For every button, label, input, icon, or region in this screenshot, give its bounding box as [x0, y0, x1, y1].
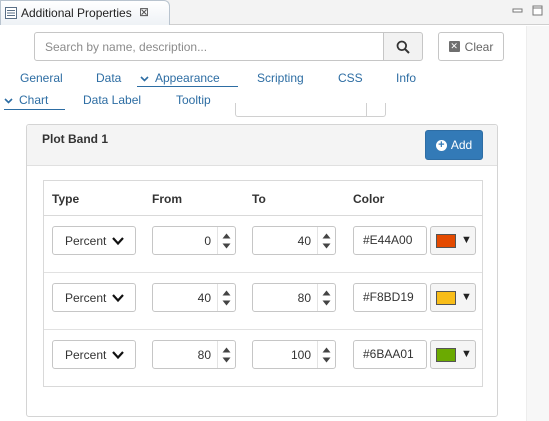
- dropdown-triangle-icon: ▼: [461, 234, 472, 246]
- from-spinner[interactable]: [217, 227, 235, 254]
- clear-button[interactable]: ✕ Clear: [438, 32, 504, 61]
- plot-band-table: Type From To Color Percent 0 40 #E44A00: [43, 180, 483, 387]
- to-spinner[interactable]: [317, 341, 335, 368]
- color-swatch: [436, 234, 456, 248]
- dropdown-triangle-icon: ▼: [461, 348, 472, 360]
- tab-scripting[interactable]: Scripting: [257, 71, 304, 85]
- view-tab-additional-properties[interactable]: Additional Properties ⊠: [0, 0, 170, 25]
- tab-general[interactable]: General: [20, 71, 63, 85]
- color-hex-input[interactable]: #6BAA01: [353, 340, 427, 369]
- plus-circle-icon: +: [435, 139, 447, 151]
- color-hex-input[interactable]: #E44A00: [353, 226, 427, 255]
- plot-band-title: Plot Band 1: [42, 132, 109, 146]
- color-swatch: [436, 348, 456, 362]
- from-value: 0: [204, 234, 211, 248]
- spin-up-icon[interactable]: [322, 347, 331, 353]
- table-row: Percent 0 40 #E44A00 ▼: [44, 216, 482, 273]
- view-tab-title: Additional Properties: [21, 6, 132, 20]
- spin-up-icon[interactable]: [222, 233, 231, 239]
- search-icon: [396, 40, 410, 54]
- clear-icon: ✕: [448, 41, 460, 52]
- column-header-type: Type: [52, 192, 80, 206]
- spin-down-icon[interactable]: [222, 300, 231, 306]
- spin-down-icon[interactable]: [322, 243, 331, 249]
- color-picker-button[interactable]: ▼: [430, 226, 476, 255]
- tab-css[interactable]: CSS: [338, 71, 363, 85]
- table-row: Percent 80 100 #6BAA01 ▼: [44, 330, 482, 387]
- tab-chart-label: Chart: [19, 93, 49, 107]
- minimize-icon[interactable]: [512, 5, 523, 16]
- from-input[interactable]: 0: [152, 226, 236, 255]
- type-select[interactable]: Percent: [52, 340, 136, 369]
- type-value: Percent: [65, 234, 107, 248]
- tab-data[interactable]: Data: [96, 71, 121, 85]
- chevron-down-icon: [112, 237, 124, 246]
- to-value: 100: [290, 348, 311, 362]
- tab-chart-underline: [4, 109, 65, 110]
- type-select[interactable]: Percent: [52, 226, 136, 255]
- chevron-down-icon: [4, 98, 13, 104]
- add-label: Add: [450, 138, 473, 152]
- from-spinner[interactable]: [217, 341, 235, 368]
- vertical-scrollbar[interactable]: [526, 26, 549, 421]
- table-row: Percent 40 80 #F8BD19 ▼: [44, 273, 482, 330]
- spin-down-icon[interactable]: [222, 243, 231, 249]
- close-icon[interactable]: ⊠: [139, 5, 149, 19]
- to-spinner[interactable]: [317, 227, 335, 254]
- column-header-to: To: [252, 192, 266, 206]
- partially-hidden-select[interactable]: [235, 103, 386, 117]
- to-value: 80: [297, 291, 311, 305]
- tab-appearance-underline: [137, 86, 238, 87]
- spin-down-icon[interactable]: [322, 357, 331, 363]
- chevron-down-icon: [140, 76, 149, 82]
- spin-up-icon[interactable]: [222, 347, 231, 353]
- properties-icon: [5, 7, 17, 19]
- plot-band-header: Plot Band 1 + Add: [27, 125, 497, 166]
- to-input[interactable]: 100: [252, 340, 336, 369]
- select-divider: [366, 103, 367, 116]
- to-input[interactable]: 40: [252, 226, 336, 255]
- search-button[interactable]: [383, 32, 423, 61]
- color-hex-input[interactable]: #F8BD19: [353, 283, 427, 312]
- dropdown-triangle-icon: ▼: [461, 291, 472, 303]
- color-swatch: [436, 291, 456, 305]
- from-input[interactable]: 40: [152, 283, 236, 312]
- tab-appearance-label: Appearance: [155, 71, 220, 85]
- to-value: 40: [297, 234, 311, 248]
- to-input[interactable]: 80: [252, 283, 336, 312]
- search-input[interactable]: [34, 32, 384, 61]
- view-titlebar: Additional Properties ⊠: [0, 0, 549, 25]
- chevron-down-icon: [112, 294, 124, 303]
- plot-band-panel: Plot Band 1 + Add Type From To Color Per…: [26, 124, 498, 417]
- spin-up-icon[interactable]: [222, 290, 231, 296]
- to-spinner[interactable]: [317, 284, 335, 311]
- color-picker-button[interactable]: ▼: [430, 340, 476, 369]
- type-value: Percent: [65, 291, 107, 305]
- from-spinner[interactable]: [217, 284, 235, 311]
- column-header-color: Color: [353, 192, 385, 206]
- spin-down-icon[interactable]: [322, 300, 331, 306]
- type-select[interactable]: Percent: [52, 283, 136, 312]
- spin-down-icon[interactable]: [222, 357, 231, 363]
- from-value: 40: [197, 291, 211, 305]
- type-value: Percent: [65, 348, 107, 362]
- maximize-icon[interactable]: [532, 5, 543, 16]
- clear-label: Clear: [464, 39, 494, 54]
- from-value: 80: [197, 348, 211, 362]
- spin-up-icon[interactable]: [322, 233, 331, 239]
- chevron-down-icon: [112, 351, 124, 360]
- column-header-from: From: [152, 192, 182, 206]
- spin-up-icon[interactable]: [322, 290, 331, 296]
- add-button[interactable]: + Add: [425, 130, 483, 160]
- tab-tooltip[interactable]: Tooltip: [176, 93, 211, 107]
- from-input[interactable]: 80: [152, 340, 236, 369]
- tab-appearance[interactable]: Appearance: [140, 71, 220, 85]
- tab-info[interactable]: Info: [396, 71, 416, 85]
- tab-chart[interactable]: Chart: [4, 93, 48, 107]
- tab-data-label[interactable]: Data Label: [83, 93, 141, 107]
- color-picker-button[interactable]: ▼: [430, 283, 476, 312]
